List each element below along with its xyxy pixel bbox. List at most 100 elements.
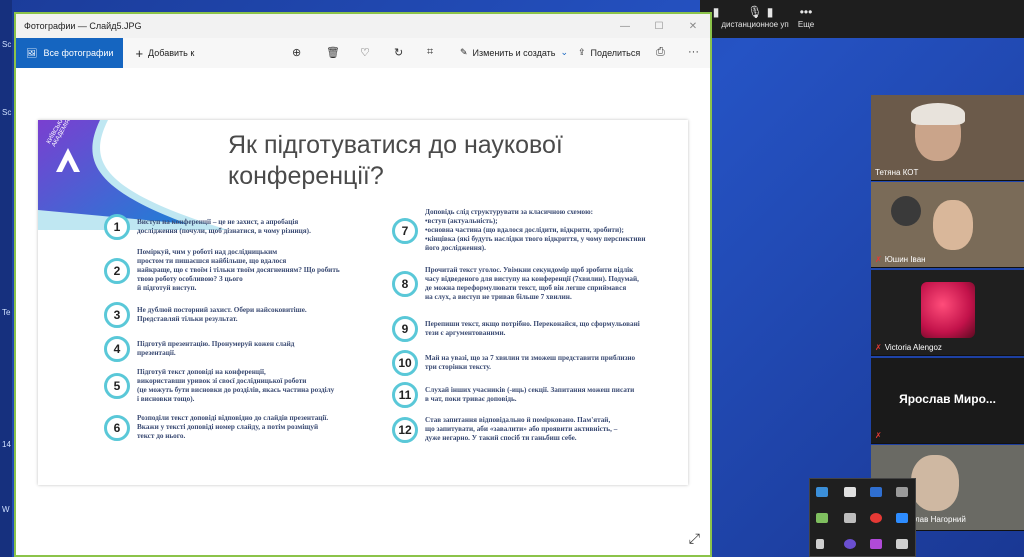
slide-item: 10 Май на увазі, що за 7 хвилин ти зможеш… xyxy=(392,350,635,376)
rotate-icon[interactable]: ↻ xyxy=(394,46,403,59)
minimize-button[interactable]: — xyxy=(608,21,642,32)
item-text: Підготуй презентацію. Пронумеруй кожен с… xyxy=(137,340,295,357)
remote-control-button[interactable]: 🎙 дистанционное уп xyxy=(710,4,800,29)
photos-window: Фотографии — Слайд5.JPG — ☐ ✕ 🖼 Все фото… xyxy=(14,12,712,557)
item-text: Підготуй текст доповіді на конференції, … xyxy=(137,368,335,403)
participant-face xyxy=(933,200,973,250)
slide-item: 7 Доповідь слід структурувати за класично… xyxy=(392,208,646,253)
more-options-icon[interactable]: ··· xyxy=(688,46,699,58)
tray-app-icon[interactable] xyxy=(870,513,882,523)
window-controls: — ☐ ✕ xyxy=(608,21,710,32)
tray-word-icon[interactable] xyxy=(870,487,882,497)
item-text: Став запитання відповідально й поміркова… xyxy=(425,416,618,442)
tray-app-icon[interactable] xyxy=(844,513,856,523)
desktop-icons-strip: Sc Sc Te 14 W xyxy=(0,0,12,557)
item-text: Май на увазі, що за 7 хвилин ти зможеш п… xyxy=(425,354,636,371)
tray-usb-icon[interactable] xyxy=(816,539,824,549)
tray-volume-icon[interactable] xyxy=(896,539,908,549)
participant-name: Тетяна КОТ xyxy=(875,168,919,177)
window-title: Фотографии — Слайд5.JPG xyxy=(24,21,142,31)
remote-control-label: дистанционное уп xyxy=(721,20,789,29)
desktop-icon-label[interactable]: Te xyxy=(2,308,10,317)
item-text: Доповідь слід структурувати за класичною… xyxy=(425,208,646,252)
participant-name: лав Нагорний xyxy=(915,515,966,524)
item-text: Розподіли текст доповіді відповідно до с… xyxy=(137,414,329,440)
item-number: 7 xyxy=(392,217,418,244)
item-text: Перепиши текст, якщо потрібно. Переконай… xyxy=(425,320,640,337)
item-number: 4 xyxy=(104,336,130,362)
participant-video[interactable]: Ярослав Миро... ✗ xyxy=(871,358,1024,444)
item-number: 9 xyxy=(392,316,418,342)
slide-item: 4 Підготуй презентацію. Пронумеруй кожен … xyxy=(104,336,294,362)
desktop-icon-label[interactable]: 14 xyxy=(2,440,11,449)
close-button[interactable]: ✕ xyxy=(676,21,710,32)
tray-app-icon[interactable] xyxy=(844,539,856,549)
muted-mic-icon: ✗ xyxy=(875,343,882,352)
edit-create-label: Изменить и создать xyxy=(472,47,556,58)
slide-item: 9 Перепиши текст, якщо потрібно. Перекона… xyxy=(392,316,640,342)
add-to-label: Добавить к xyxy=(148,48,195,58)
tray-zoom-icon[interactable] xyxy=(896,513,908,523)
slide-item: 11 Слухай інших учасників (-иць) секції. … xyxy=(392,382,634,408)
crop-icon[interactable]: ⌗ xyxy=(427,46,433,59)
participant-video[interactable]: ✗ Юшин Іван xyxy=(871,182,1024,268)
desktop-icon-label[interactable]: W xyxy=(2,505,10,514)
item-text: Прочитай текст уголос. Увімкни секундомі… xyxy=(425,266,639,301)
item-text: Виступ на конференції – це не захист, а … xyxy=(137,218,311,235)
participant-video[interactable]: ✗ Victoria Alengoz xyxy=(871,270,1024,356)
tray-shield-icon[interactable] xyxy=(844,487,856,497)
all-photos-button[interactable]: 🖼 Все фотографии xyxy=(16,38,124,68)
participant-name: Victoria Alengoz xyxy=(884,343,942,352)
print-icon[interactable]: ⎙ xyxy=(656,46,665,59)
plus-icon: + xyxy=(135,45,144,61)
share-icon: ⇪ xyxy=(578,47,586,57)
slide-item: 2 Поміркуй, чим у роботі над дослідницьки… xyxy=(104,248,340,293)
slide-item: 8 Прочитай текст уголос. Увімкни секундом… xyxy=(392,266,639,302)
desktop-icon-label[interactable]: Sc xyxy=(2,108,11,117)
tray-app-icon[interactable] xyxy=(896,487,908,497)
zoom-in-icon[interactable]: ⊕ xyxy=(292,46,301,59)
desktop-icon-label[interactable]: Sc xyxy=(2,40,11,49)
share-button[interactable]: ⇪ Поделиться xyxy=(578,47,640,58)
favorite-icon[interactable]: ♡ xyxy=(360,46,370,59)
edit-icon: ✎ xyxy=(460,47,468,57)
item-number: 5 xyxy=(104,373,130,399)
dartboard xyxy=(891,196,921,226)
slide-image: КИЇВСЬКА МАЛА АКАДЕМІЯ НАУК Як підготува… xyxy=(38,120,688,485)
all-photos-label: Все фотографии xyxy=(43,48,114,58)
participant-name: Ярослав Миро... xyxy=(899,392,996,406)
zoom-meeting-bar: ▮ ▮ 57 🎙 дистанционное уп ••• Еще xyxy=(700,0,1024,38)
more-icon: ••• xyxy=(799,5,813,19)
edit-create-button[interactable]: ✎ Изменить и создать ⌄ xyxy=(460,47,568,58)
tray-feather-icon[interactable] xyxy=(870,539,882,549)
participant-name-row: ✗ Юшин Іван xyxy=(875,255,926,264)
photos-icon: 🖼 xyxy=(26,47,38,58)
slide-title: Як підготуватися до наукової конференції… xyxy=(228,131,563,190)
delete-icon[interactable]: 🗑 xyxy=(326,46,340,59)
share-label: Поделиться xyxy=(590,47,641,58)
slide-item: 6 Розподіли текст доповіді відповідно до … xyxy=(104,414,328,441)
item-text: Слухай інших учасників (-иць) секції. За… xyxy=(425,386,635,403)
item-number: 2 xyxy=(104,257,130,284)
muted-mic-icon: ✗ xyxy=(875,431,882,440)
participant-name-row: ✗ Victoria Alengoz xyxy=(875,343,942,352)
item-text: Не дублюй посторний захист. Обери найсок… xyxy=(137,306,307,323)
item-number: 6 xyxy=(104,414,130,441)
item-number: 3 xyxy=(104,302,130,328)
more-button[interactable]: ••• Еще xyxy=(792,4,820,29)
maximize-button[interactable]: ☐ xyxy=(642,21,676,32)
photos-toolbar: 🖼 Все фотографии + Добавить к ⊕ 🗑 ♡ ↻ ⌗ … xyxy=(16,38,710,68)
tray-chat-icon[interactable] xyxy=(816,513,828,523)
item-number: 12 xyxy=(392,416,418,443)
participant-video[interactable]: Тетяна КОТ xyxy=(871,95,1024,181)
slide-item: 5 Підготуй текст доповіді на конференції,… xyxy=(104,368,334,404)
participant-avatar xyxy=(921,282,975,338)
slide-item: 1 Виступ на конференції – це не захист, а… xyxy=(104,214,311,240)
title-bar[interactable]: Фотографии — Слайд5.JPG — ☐ ✕ xyxy=(16,14,710,38)
muted-mic-icon: ✗ xyxy=(875,255,882,264)
expand-icon[interactable]: ⤢ xyxy=(689,530,700,547)
item-number: 10 xyxy=(392,350,418,376)
tray-app-icon[interactable] xyxy=(816,487,828,497)
add-to-button[interactable]: + Добавить к xyxy=(135,46,194,61)
item-number: 11 xyxy=(392,382,418,408)
